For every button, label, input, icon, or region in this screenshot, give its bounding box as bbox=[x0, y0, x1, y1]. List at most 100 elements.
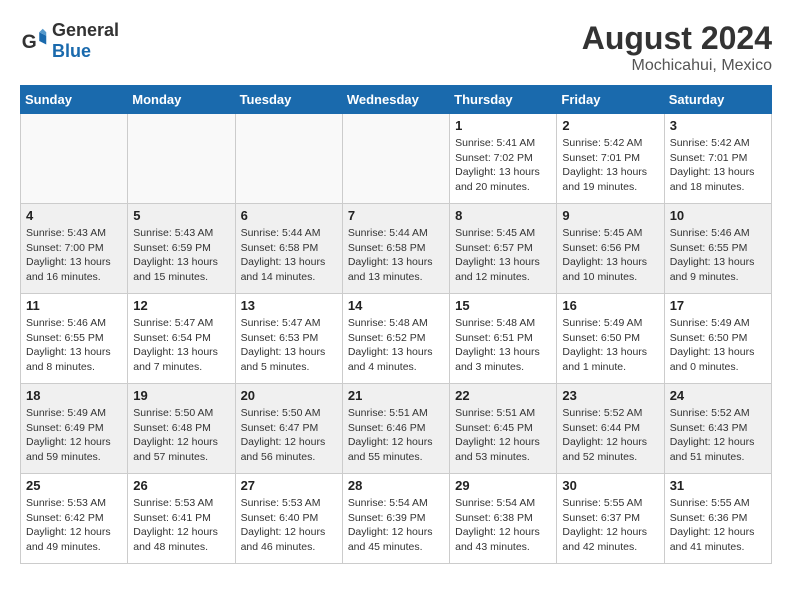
calendar-cell: 13 Sunrise: 5:47 AMSunset: 6:53 PMDayligh… bbox=[235, 294, 342, 384]
cell-info: Sunrise: 5:52 AMSunset: 6:44 PMDaylight:… bbox=[562, 406, 658, 465]
calendar-cell: 6Sunrise: 5:44 AMSunset: 6:58 PMDaylight… bbox=[235, 204, 342, 294]
calendar-cell: 28 Sunrise: 5:54 AMSunset: 6:39 PMDayligh… bbox=[342, 474, 449, 564]
day-number: 17 bbox=[670, 298, 766, 313]
cell-info: Sunrise: 5:49 AMSunset: 6:50 PMDaylight:… bbox=[562, 316, 658, 375]
calendar-cell: 16 Sunrise: 5:49 AMSunset: 6:50 PMDayligh… bbox=[557, 294, 664, 384]
calendar-cell: 11 Sunrise: 5:46 AMSunset: 6:55 PMDayligh… bbox=[21, 294, 128, 384]
calendar-cell bbox=[235, 114, 342, 204]
week-row-2: 4 Sunrise: 5:43 AMSunset: 7:00 PMDaylight… bbox=[21, 204, 772, 294]
cell-info: Sunrise: 5:48 AMSunset: 6:52 PMDaylight:… bbox=[348, 316, 444, 375]
cell-info: Sunrise: 5:44 AMSunset: 6:58 PMDaylight:… bbox=[348, 226, 444, 285]
calendar-cell: 14 Sunrise: 5:48 AMSunset: 6:52 PMDayligh… bbox=[342, 294, 449, 384]
calendar-cell bbox=[342, 114, 449, 204]
cell-info: Sunrise: 5:41 AMSunset: 7:02 PMDaylight:… bbox=[455, 136, 551, 195]
cell-info: Sunrise: 5:43 AMSunset: 6:59 PMDaylight:… bbox=[133, 226, 229, 285]
cell-info: Sunrise: 5:55 AMSunset: 6:37 PMDaylight:… bbox=[562, 496, 658, 555]
logo-blue: Blue bbox=[52, 41, 91, 61]
calendar-cell: 15 Sunrise: 5:48 AMSunset: 6:51 PMDayligh… bbox=[450, 294, 557, 384]
calendar-cell: 30Sunrise: 5:55 AMSunset: 6:37 PMDayligh… bbox=[557, 474, 664, 564]
day-number: 26 bbox=[133, 478, 229, 493]
calendar-cell: 23 Sunrise: 5:52 AMSunset: 6:44 PMDayligh… bbox=[557, 384, 664, 474]
day-number: 9 bbox=[562, 208, 658, 223]
calendar-table: SundayMondayTuesdayWednesdayThursdayFrid… bbox=[20, 85, 772, 564]
logo-text: General Blue bbox=[52, 20, 119, 62]
cell-info: Sunrise: 5:46 AMSunset: 6:55 PMDaylight:… bbox=[670, 226, 766, 285]
cell-info: Sunrise: 5:46 AMSunset: 6:55 PMDaylight:… bbox=[26, 316, 122, 375]
calendar-cell: 24Sunrise: 5:52 AMSunset: 6:43 PMDayligh… bbox=[664, 384, 771, 474]
weekday-sunday: Sunday bbox=[21, 86, 128, 114]
calendar-cell: 7 Sunrise: 5:44 AMSunset: 6:58 PMDaylight… bbox=[342, 204, 449, 294]
cell-info: Sunrise: 5:54 AMSunset: 6:39 PMDaylight:… bbox=[348, 496, 444, 555]
weekday-monday: Monday bbox=[128, 86, 235, 114]
cell-info: Sunrise: 5:50 AMSunset: 6:48 PMDaylight:… bbox=[133, 406, 229, 465]
svg-text:G: G bbox=[22, 32, 37, 53]
month-year: August 2024 bbox=[582, 20, 772, 57]
weekday-saturday: Saturday bbox=[664, 86, 771, 114]
calendar-cell: 9 Sunrise: 5:45 AMSunset: 6:56 PMDaylight… bbox=[557, 204, 664, 294]
calendar-cell: 29Sunrise: 5:54 AMSunset: 6:38 PMDayligh… bbox=[450, 474, 557, 564]
cell-info: Sunrise: 5:47 AMSunset: 6:54 PMDaylight:… bbox=[133, 316, 229, 375]
cell-info: Sunrise: 5:44 AMSunset: 6:58 PMDaylight:… bbox=[241, 226, 337, 285]
cell-info: Sunrise: 5:45 AMSunset: 6:56 PMDaylight:… bbox=[562, 226, 658, 285]
weekday-friday: Friday bbox=[557, 86, 664, 114]
cell-info: Sunrise: 5:47 AMSunset: 6:53 PMDaylight:… bbox=[241, 316, 337, 375]
calendar-cell: 5 Sunrise: 5:43 AMSunset: 6:59 PMDaylight… bbox=[128, 204, 235, 294]
calendar-cell: 17Sunrise: 5:49 AMSunset: 6:50 PMDayligh… bbox=[664, 294, 771, 384]
calendar-cell: 10 Sunrise: 5:46 AMSunset: 6:55 PMDayligh… bbox=[664, 204, 771, 294]
calendar-cell: 18 Sunrise: 5:49 AMSunset: 6:49 PMDayligh… bbox=[21, 384, 128, 474]
day-number: 23 bbox=[562, 388, 658, 403]
day-number: 29 bbox=[455, 478, 551, 493]
cell-info: Sunrise: 5:50 AMSunset: 6:47 PMDaylight:… bbox=[241, 406, 337, 465]
cell-info: Sunrise: 5:49 AMSunset: 6:49 PMDaylight:… bbox=[26, 406, 122, 465]
calendar-cell: 31Sunrise: 5:55 AMSunset: 6:36 PMDayligh… bbox=[664, 474, 771, 564]
day-number: 25 bbox=[26, 478, 122, 493]
day-number: 21 bbox=[348, 388, 444, 403]
calendar-cell: 4 Sunrise: 5:43 AMSunset: 7:00 PMDaylight… bbox=[21, 204, 128, 294]
calendar-cell: 25 Sunrise: 5:53 AMSunset: 6:42 PMDayligh… bbox=[21, 474, 128, 564]
cell-info: Sunrise: 5:53 AMSunset: 6:40 PMDaylight:… bbox=[241, 496, 337, 555]
calendar-cell: 27 Sunrise: 5:53 AMSunset: 6:40 PMDayligh… bbox=[235, 474, 342, 564]
calendar-cell: 21 Sunrise: 5:51 AMSunset: 6:46 PMDayligh… bbox=[342, 384, 449, 474]
calendar-cell: 1 Sunrise: 5:41 AMSunset: 7:02 PMDaylight… bbox=[450, 114, 557, 204]
week-row-3: 11 Sunrise: 5:46 AMSunset: 6:55 PMDayligh… bbox=[21, 294, 772, 384]
calendar-cell bbox=[21, 114, 128, 204]
weekday-header-row: SundayMondayTuesdayWednesdayThursdayFrid… bbox=[21, 86, 772, 114]
cell-info: Sunrise: 5:48 AMSunset: 6:51 PMDaylight:… bbox=[455, 316, 551, 375]
logo-icon: G bbox=[20, 27, 48, 55]
logo: G General Blue bbox=[20, 20, 119, 62]
day-number: 5 bbox=[133, 208, 229, 223]
logo-general: General bbox=[52, 20, 119, 40]
weekday-wednesday: Wednesday bbox=[342, 86, 449, 114]
page-header: G General Blue August 2024 Mochicahui, M… bbox=[20, 20, 772, 75]
day-number: 1 bbox=[455, 118, 551, 133]
day-number: 4 bbox=[26, 208, 122, 223]
cell-info: Sunrise: 5:55 AMSunset: 6:36 PMDaylight:… bbox=[670, 496, 766, 555]
day-number: 27 bbox=[241, 478, 337, 493]
day-number: 15 bbox=[455, 298, 551, 313]
cell-info: Sunrise: 5:53 AMSunset: 6:42 PMDaylight:… bbox=[26, 496, 122, 555]
day-number: 11 bbox=[26, 298, 122, 313]
day-number: 12 bbox=[133, 298, 229, 313]
day-number: 7 bbox=[348, 208, 444, 223]
weekday-tuesday: Tuesday bbox=[235, 86, 342, 114]
calendar-cell: 2Sunrise: 5:42 AMSunset: 7:01 PMDaylight… bbox=[557, 114, 664, 204]
week-row-1: 1 Sunrise: 5:41 AMSunset: 7:02 PMDaylight… bbox=[21, 114, 772, 204]
day-number: 20 bbox=[241, 388, 337, 403]
calendar-cell: 19 Sunrise: 5:50 AMSunset: 6:48 PMDayligh… bbox=[128, 384, 235, 474]
day-number: 3 bbox=[670, 118, 766, 133]
day-number: 10 bbox=[670, 208, 766, 223]
calendar-cell bbox=[128, 114, 235, 204]
day-number: 13 bbox=[241, 298, 337, 313]
cell-info: Sunrise: 5:51 AMSunset: 6:46 PMDaylight:… bbox=[348, 406, 444, 465]
calendar-cell: 12 Sunrise: 5:47 AMSunset: 6:54 PMDayligh… bbox=[128, 294, 235, 384]
cell-info: Sunrise: 5:43 AMSunset: 7:00 PMDaylight:… bbox=[26, 226, 122, 285]
cell-info: Sunrise: 5:42 AMSunset: 7:01 PMDaylight:… bbox=[670, 136, 766, 195]
week-row-5: 25 Sunrise: 5:53 AMSunset: 6:42 PMDayligh… bbox=[21, 474, 772, 564]
cell-info: Sunrise: 5:45 AMSunset: 6:57 PMDaylight:… bbox=[455, 226, 551, 285]
week-row-4: 18 Sunrise: 5:49 AMSunset: 6:49 PMDayligh… bbox=[21, 384, 772, 474]
day-number: 18 bbox=[26, 388, 122, 403]
day-number: 19 bbox=[133, 388, 229, 403]
day-number: 14 bbox=[348, 298, 444, 313]
day-number: 28 bbox=[348, 478, 444, 493]
day-number: 16 bbox=[562, 298, 658, 313]
